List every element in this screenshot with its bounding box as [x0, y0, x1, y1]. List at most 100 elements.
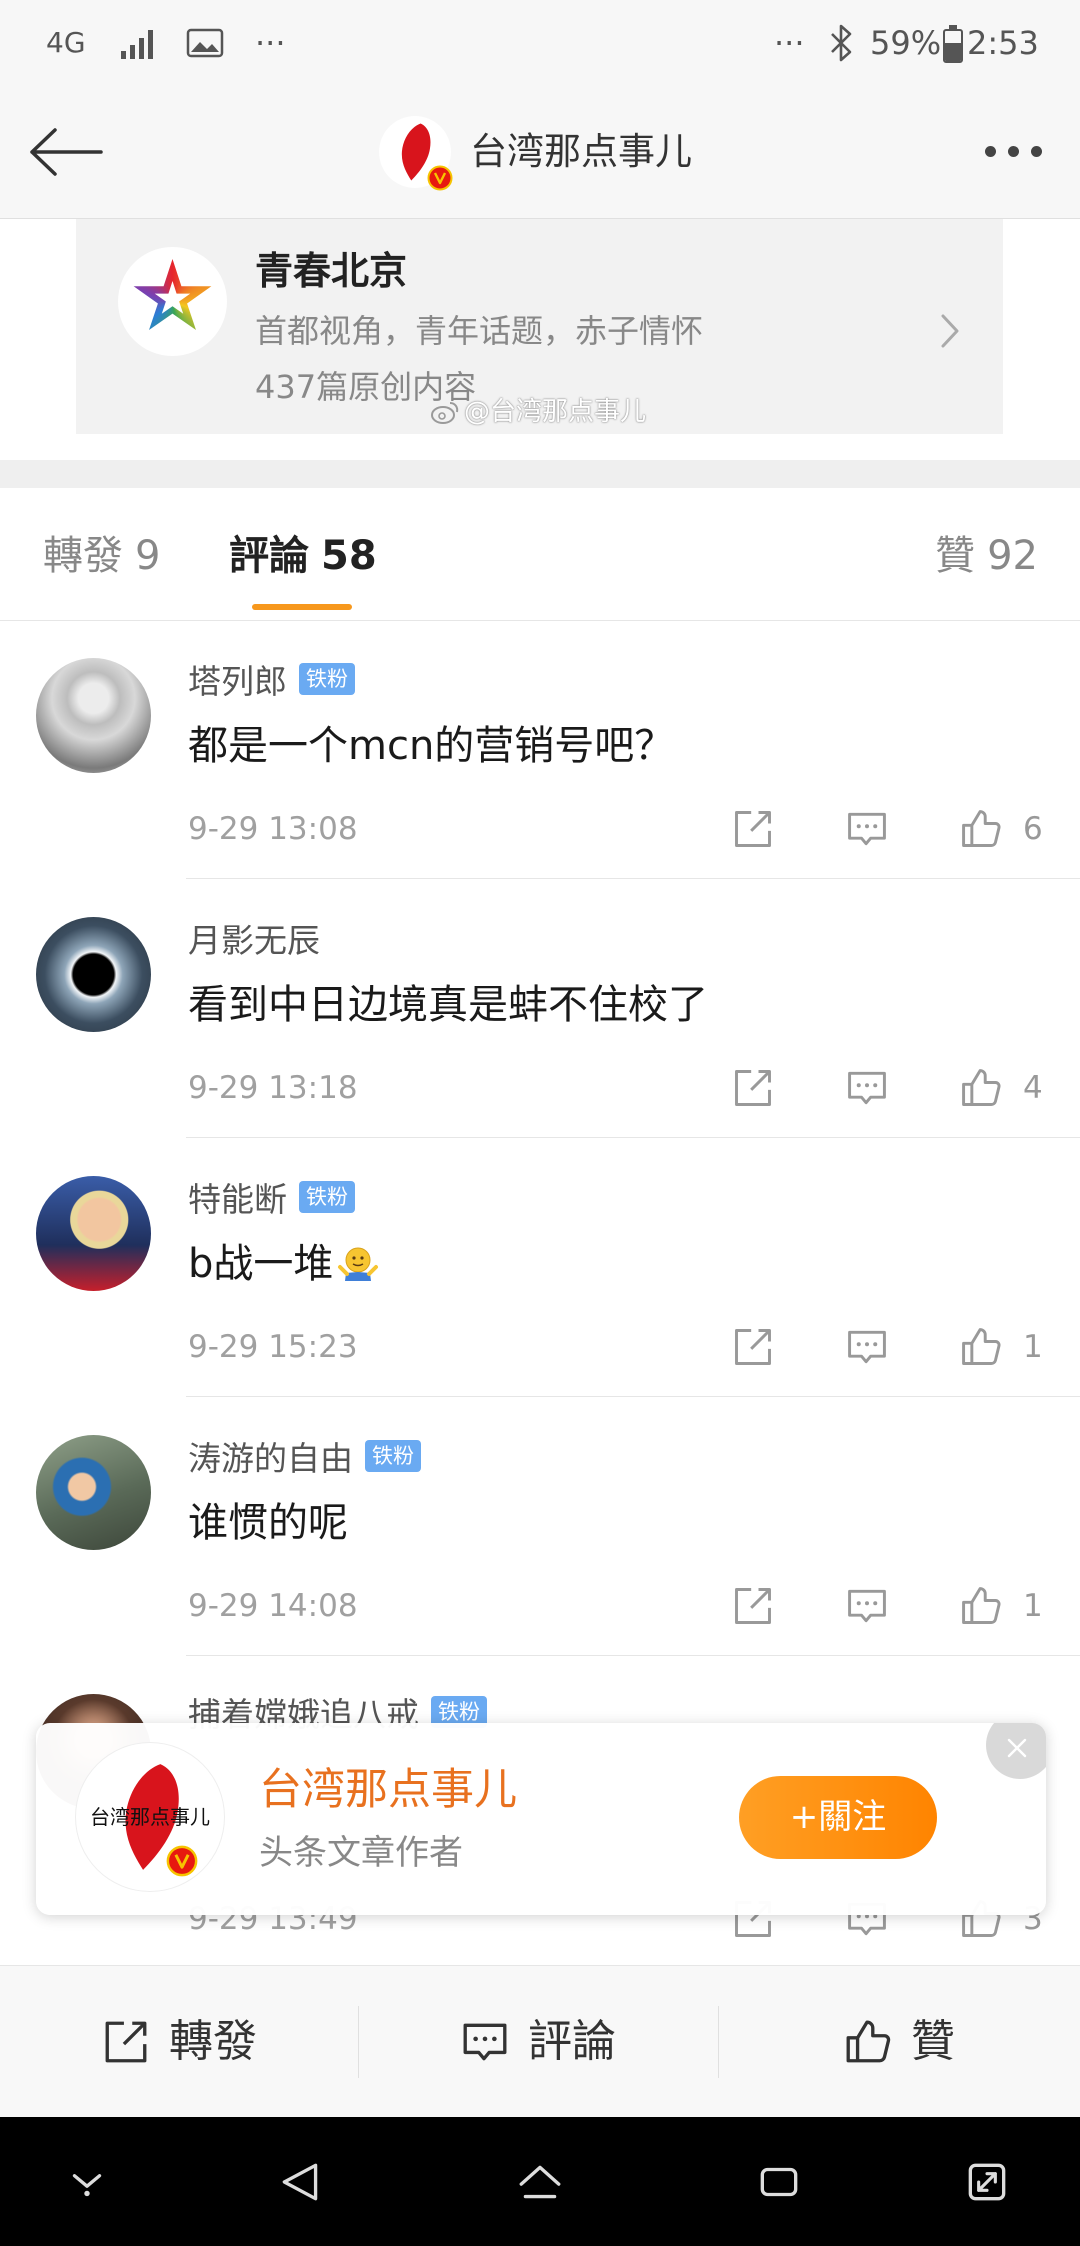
author-name[interactable]: 台湾那点事儿	[259, 1766, 517, 1814]
comment-author-row: 塔列郎 铁粉	[188, 656, 355, 702]
like-count: 1	[1023, 1588, 1043, 1624]
like-button[interactable]: 贊	[718, 1966, 1080, 2118]
like-count: 1	[1023, 1329, 1043, 1365]
repost-button[interactable]: 轉發	[0, 1966, 358, 2118]
comment-item[interactable]: 特能断 铁粉 b战一堆 9-29 15:23 1	[0, 1138, 1080, 1397]
expand-icon[interactable]	[962, 2157, 1012, 2207]
status-bar: 4G ··· ··· 59% 2:53	[0, 0, 1080, 86]
battery-percent: 59%	[870, 24, 942, 62]
tab-label: 評論	[229, 533, 309, 579]
home-icon[interactable]	[515, 2157, 565, 2207]
active-tab-indicator	[252, 604, 352, 610]
comment-time: 9-29 15:23	[188, 1329, 358, 1365]
comment-time: 9-29 13:08	[188, 811, 358, 847]
comment-icon[interactable]	[845, 1066, 889, 1110]
comment-author[interactable]: 月影无辰	[188, 914, 320, 962]
avatar[interactable]	[36, 1176, 151, 1291]
bottom-action-bar: 轉發 評論 贊	[0, 1965, 1080, 2117]
like-label: 贊	[911, 2016, 955, 2067]
comment-text: b战一堆	[188, 1241, 334, 1287]
share-icon[interactable]	[731, 1584, 775, 1628]
tab-reposts[interactable]: 轉發 9	[43, 532, 160, 580]
comment-time: 9-29 14:08	[188, 1588, 358, 1624]
comment-time: 9-29 13:18	[188, 1070, 358, 1106]
comment-author-row: 月影无辰	[188, 915, 320, 961]
like-icon[interactable]	[959, 1066, 1003, 1110]
recent-apps-icon[interactable]	[754, 2157, 804, 2207]
fan-badge: 铁粉	[299, 663, 355, 695]
like-count: 4	[1023, 1070, 1043, 1106]
shrug-emoji-icon	[338, 1247, 379, 1281]
comment-icon	[463, 2023, 507, 2061]
verified-badge-icon	[427, 165, 453, 191]
comment-author[interactable]: 特能断	[188, 1173, 287, 1221]
comment-button[interactable]: 評論	[358, 1966, 718, 2118]
comment-item[interactable]: 月影无辰 看到中日边境真是蚌不住校了 9-29 13:18 4	[0, 879, 1080, 1138]
hide-nav-chevron-icon[interactable]	[62, 2157, 112, 2207]
like-count: 6	[1023, 811, 1043, 847]
verified-badge-icon	[166, 1845, 198, 1877]
share-icon[interactable]	[731, 1066, 775, 1110]
tab-likes[interactable]: 贊 92	[935, 532, 1038, 580]
author-avatar[interactable]: 台湾那点事儿	[76, 1743, 224, 1891]
comment-icon[interactable]	[845, 1584, 889, 1628]
avatar[interactable]	[36, 658, 151, 773]
comment-icon[interactable]	[845, 807, 889, 851]
watermark: @台湾那点事儿	[430, 395, 646, 429]
fan-badge: 铁粉	[365, 1440, 421, 1472]
like-icon[interactable]	[959, 1584, 1003, 1628]
recommended-account-card[interactable]: 青春北京 首都视角，青年话题，赤子情怀 437篇原创内容 @台湾那点事儿	[76, 219, 1003, 434]
comment-author-row: 涛游的自由 铁粉	[188, 1433, 421, 1479]
share-icon[interactable]	[731, 807, 775, 851]
tab-count: 92	[987, 533, 1038, 579]
like-icon[interactable]	[959, 807, 1003, 851]
logo-lettering: 台湾那点事儿	[90, 1805, 210, 1829]
clock: 2:53	[967, 24, 1039, 62]
section-separator	[0, 460, 1080, 488]
more-notifications-indicator: ···	[255, 24, 286, 62]
comment-author[interactable]: 塔列郎	[188, 655, 287, 703]
network-indicator: 4G	[46, 26, 86, 59]
account-avatar[interactable]	[379, 116, 453, 191]
system-navigation-bar	[0, 2117, 1080, 2246]
image-notification-icon	[186, 28, 224, 58]
tab-comments[interactable]: 評論 58	[229, 532, 377, 580]
comment-author[interactable]: 涛游的自由	[188, 1432, 353, 1480]
repost-label: 轉發	[169, 2016, 257, 2067]
tab-label: 轉發	[43, 533, 123, 579]
author-description: 头条文章作者	[259, 1833, 463, 1873]
top-nav-bar: 台湾那点事儿	[0, 86, 1080, 219]
back-arrow-icon[interactable]	[28, 127, 104, 177]
qingchun-beijing-logo	[118, 247, 227, 356]
comment-label: 評論	[528, 2016, 616, 2067]
comment-author-row: 特能断 铁粉	[188, 1174, 355, 1220]
share-icon[interactable]	[731, 1325, 775, 1369]
comment-item[interactable]: 涛游的自由 铁粉 谁惯的呢 9-29 14:08 1	[0, 1397, 1080, 1656]
avatar[interactable]	[36, 917, 151, 1032]
chevron-right-icon	[941, 314, 959, 348]
weibo-logo-icon	[431, 402, 459, 424]
back-triangle-icon[interactable]	[276, 2157, 326, 2207]
more-icon[interactable]	[985, 126, 1045, 176]
like-icon[interactable]	[959, 1325, 1003, 1369]
battery-icon	[943, 25, 963, 63]
tab-label: 贊	[935, 533, 976, 579]
bluetooth-icon	[831, 24, 852, 62]
tab-count: 9	[135, 533, 161, 579]
avatar[interactable]	[36, 1435, 151, 1550]
comment-icon[interactable]	[845, 1325, 889, 1369]
like-icon	[846, 2020, 891, 2063]
page-title: 台湾那点事儿	[470, 130, 692, 173]
comment-text: 都是一个mcn的营销号吧？	[188, 723, 675, 769]
tab-count: 58	[321, 533, 377, 579]
follow-button[interactable]: +關注	[739, 1776, 937, 1859]
watermark-text: @台湾那点事儿	[464, 397, 647, 427]
comment-text-row: b战一堆	[188, 1238, 379, 1290]
card-title: 青春北京	[255, 249, 408, 293]
fan-badge: 铁粉	[299, 1181, 355, 1213]
follow-popup: 台湾那点事儿 台湾那点事儿 头条文章作者 +關注	[36, 1723, 1046, 1915]
close-icon[interactable]	[986, 1723, 1046, 1779]
signal-icon	[121, 30, 153, 59]
share-icon	[105, 2021, 147, 2063]
comment-item[interactable]: 塔列郎 铁粉 都是一个mcn的营销号吧？ 9-29 13:08 6	[0, 620, 1080, 879]
